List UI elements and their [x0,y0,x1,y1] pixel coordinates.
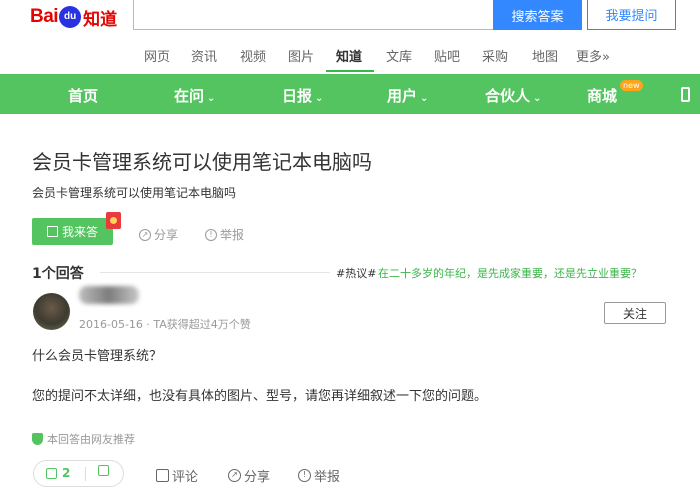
search-button[interactable]: 搜索答案 [493,0,582,30]
product-nav: 网页 资讯 视频 图片 知道 文库 贴吧 采购 地图 更多» [0,40,700,72]
edit-icon [46,226,58,237]
nav-daily-label: 日报 [282,87,313,105]
top-bar: Bai du 知道 搜索答案 我要提问 [0,0,700,34]
username-blurred [79,286,139,304]
search-input[interactable] [133,0,493,30]
nav-asking-label: 在问 [174,87,205,105]
chevron-down-icon: ⌄ [420,93,429,104]
nav-images[interactable]: 图片 [288,46,314,65]
comment-label: 评论 [172,470,199,485]
hot-topic-tag: #热议# [336,267,377,280]
report-label: 举报 [220,228,245,242]
question-title: 会员卡管理系统可以使用笔记本电脑吗 [32,150,372,174]
divider [100,272,330,273]
comment-icon [156,469,169,482]
logo-zhidao: 知道 [83,9,118,29]
share-icon: ↗ [228,469,241,482]
nav-mall[interactable]: 商城 [587,85,617,106]
nav-mall-label: 商城 [587,87,618,105]
like-button[interactable]: 2 [46,466,70,480]
nav-news[interactable]: 资讯 [191,46,217,65]
answer-meta: 2016-05-16 · TA获得超过4万个赞 [79,318,251,331]
report-answer-button[interactable]: ! 举报 [298,466,340,485]
nav-home[interactable]: 首页 [68,85,98,106]
avatar[interactable] [33,293,70,330]
nav-web[interactable]: 网页 [144,46,170,65]
alert-icon: ! [298,469,311,482]
nav-users[interactable]: 用户 ⌄ [387,85,428,106]
nav-map[interactable]: 地图 [532,46,558,65]
follow-button[interactable]: 关注 [604,302,666,324]
chevron-down-icon: ⌄ [533,93,542,104]
thumbs-up-icon [46,467,57,479]
thumbs-down-icon [98,465,109,476]
answer-button-label: 我来答 [61,225,98,239]
share-answer-label: 分享 [244,470,271,485]
chevron-down-icon: ⌄ [315,93,324,104]
answer-paragraph: 您的提问不太详细，也没有具体的图片、型号，请您再详细叙述一下您的问题。 [32,389,488,404]
nav-wenku[interactable]: 文库 [386,46,412,65]
report-question[interactable]: ! 举报 [205,226,244,243]
share-icon: ↗ [139,228,151,241]
nav-home-label: 首页 [68,87,99,105]
answer-button[interactable]: 我来答 [32,218,113,245]
question-description: 会员卡管理系统可以使用笔记本电脑吗 [32,186,237,200]
share-answer-button[interactable]: ↗ 分享 [228,466,270,485]
like-count: 2 [62,466,71,480]
answer-paragraph: 什么会员卡管理系统？ [32,349,163,364]
vote-widget: 2 [33,460,124,487]
nav-asking[interactable]: 在问 ⌄ [174,85,215,106]
share-label: 分享 [154,228,179,242]
vote-separator [85,467,86,481]
active-tab-underline [326,70,374,72]
nav-tieba[interactable]: 贴吧 [434,46,460,65]
comment-button[interactable]: 评论 [156,466,198,485]
ask-question-button[interactable]: 我要提问 [587,0,676,30]
baidu-zhidao-logo[interactable]: Bai du 知道 [30,3,117,31]
recommend-label: 本回答由网友推荐 [47,433,135,446]
recommend-note: 本回答由网友推荐 [32,431,135,447]
red-packet-icon [106,212,121,229]
new-badge: new [620,80,643,91]
nav-users-label: 用户 [387,87,418,105]
logo-bai: Bai [30,6,59,27]
nav-partner-label: 合伙人 [485,87,531,105]
nav-daily[interactable]: 日报 ⌄ [282,85,323,106]
hot-topic-link[interactable]: 在二十多岁的年纪，是先成家重要，还是先立业重要？ [378,265,642,281]
shield-check-icon [32,433,43,445]
nav-partner[interactable]: 合伙人 ⌄ [485,85,541,106]
paw-icon: du [59,6,82,28]
report-answer-label: 举报 [314,470,341,485]
nav-purchase[interactable]: 采购 [482,46,508,65]
alert-icon: ! [205,228,217,241]
main-nav: 首页 在问 ⌄ 日报 ⌄ 用户 ⌄ 合伙人 ⌄ 商城 [0,74,700,114]
answer-count: 1个回答 [32,266,84,282]
phone-icon[interactable] [681,87,690,102]
nav-video[interactable]: 视频 [240,46,266,65]
nav-more[interactable]: 更多» [576,46,610,65]
share-question[interactable]: ↗ 分享 [139,226,178,243]
nav-zhidao[interactable]: 知道 [336,46,362,65]
chevron-down-icon: ⌄ [207,93,216,104]
dislike-button[interactable] [98,465,114,479]
